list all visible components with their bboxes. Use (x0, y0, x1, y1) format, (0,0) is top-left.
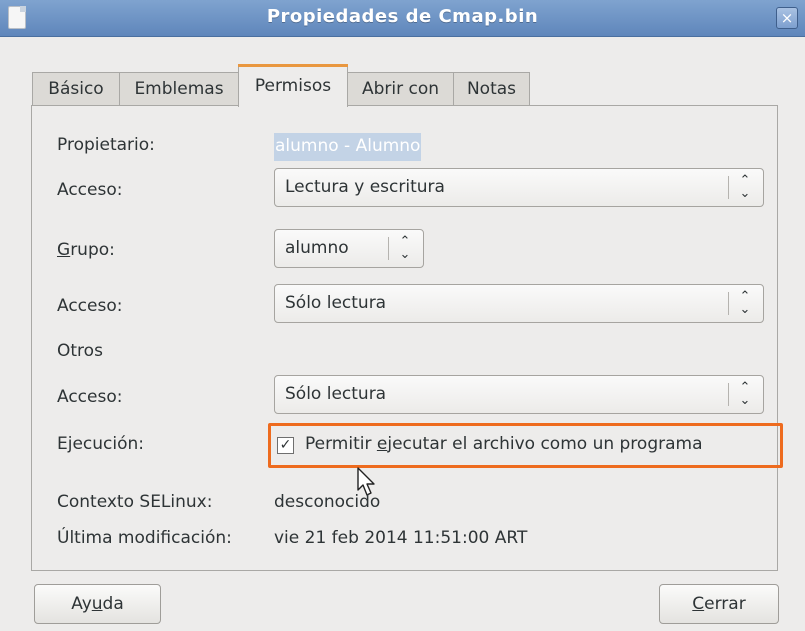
group-value: alumno (285, 238, 349, 258)
group-combo[interactable]: alumno ⌃ ⌄ (274, 229, 424, 268)
tab-abrir-con[interactable]: Abrir con (347, 72, 454, 106)
tab-permisos[interactable]: Permisos (238, 64, 348, 107)
modified-label: Última modificación: (57, 528, 232, 548)
group-access-label: Acceso: (57, 296, 123, 316)
close-icon[interactable]: × (776, 7, 798, 29)
group-access-value: Sólo lectura (285, 293, 387, 313)
others-access-value: Sólo lectura (285, 384, 387, 404)
group-label: Grupo: (57, 240, 115, 260)
tab-basico[interactable]: Básico (32, 72, 120, 106)
up-down-chevron-icon: ⌃ ⌄ (739, 289, 751, 317)
execute-checkbox[interactable]: ✓ (277, 437, 294, 454)
up-down-chevron-icon: ⌃ ⌄ (399, 234, 411, 262)
close-button[interactable]: Cerrar (659, 584, 779, 624)
help-button[interactable]: Ayuda (34, 584, 161, 624)
tab-notas[interactable]: Notas (453, 72, 530, 106)
others-label: Otros (57, 341, 103, 361)
modified-value: vie 21 feb 2014 11:51:00 ART (274, 528, 528, 548)
combo-separator (728, 292, 729, 315)
combo-separator (728, 176, 729, 199)
up-down-chevron-icon: ⌃ ⌄ (739, 380, 751, 408)
checkmark-icon: ✓ (279, 437, 292, 453)
owner-access-combo[interactable]: Lectura y escritura ⌃ ⌄ (274, 168, 764, 207)
owner-access-value: Lectura y escritura (285, 177, 445, 197)
execute-checkbox-label[interactable]: Permitir ejecutar el archivo como un pro… (305, 434, 703, 454)
execution-label: Ejecución: (57, 434, 145, 454)
combo-separator (728, 383, 729, 406)
window-title: Propiedades de Cmap.bin (266, 6, 539, 27)
others-access-combo[interactable]: Sólo lectura ⌃ ⌄ (274, 375, 764, 414)
owner-value[interactable]: alumno - Alumno (274, 133, 422, 161)
owner-access-label: Acceso: (57, 180, 123, 200)
others-access-label: Acceso: (57, 387, 123, 407)
owner-label: Propietario: (57, 135, 155, 155)
group-access-combo[interactable]: Sólo lectura ⌃ ⌄ (274, 284, 764, 323)
tab-emblemas[interactable]: Emblemas (119, 72, 239, 106)
up-down-chevron-icon: ⌃ ⌄ (739, 173, 751, 201)
selinux-value: desconocido (274, 492, 381, 512)
selinux-label: Contexto SELinux: (57, 492, 213, 512)
combo-separator (388, 237, 389, 260)
title-bar: Propiedades de Cmap.bin × (0, 0, 805, 37)
